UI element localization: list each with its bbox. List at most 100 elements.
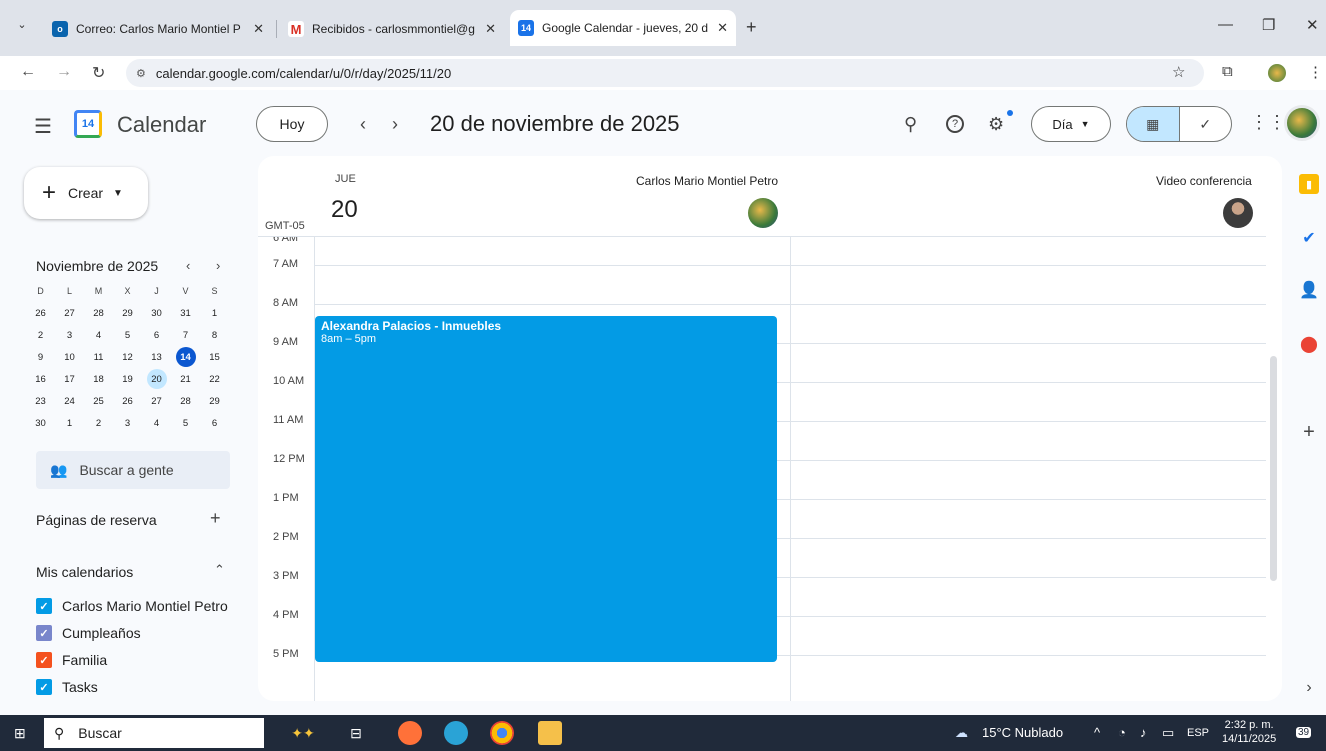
keep-icon[interactable]: ▮ <box>1299 174 1319 194</box>
tab-search-chevron-icon[interactable]: ⌄ <box>10 12 34 36</box>
booking-pages-heading[interactable]: Páginas de reserva <box>36 512 157 528</box>
file-explorer-icon[interactable] <box>538 721 562 745</box>
mini-day[interactable]: 27 <box>142 390 171 412</box>
previous-day-icon[interactable]: ‹ <box>360 114 366 135</box>
today-button[interactable]: Hoy <box>256 106 328 142</box>
mini-day[interactable]: 23 <box>26 390 55 412</box>
mini-day[interactable]: 21 <box>171 368 200 390</box>
mini-day[interactable]: 26 <box>113 390 142 412</box>
browser-menu-icon[interactable]: ⋮ <box>1308 63 1323 81</box>
mini-next-month-icon[interactable]: › <box>216 258 220 273</box>
chevron-up-icon[interactable]: ⌃ <box>214 562 225 578</box>
language-indicator[interactable]: ESP <box>1187 727 1209 739</box>
google-apps-icon[interactable]: ⋮⋮ <box>1250 112 1286 133</box>
browser-tab-gmail[interactable]: M Recibidos - carlosmmontiel@g ✕ <box>280 14 504 44</box>
close-icon[interactable]: ✕ <box>485 21 496 37</box>
settings-gear-icon[interactable]: ⚙ <box>988 114 1004 135</box>
firefox-icon[interactable] <box>398 721 422 745</box>
my-calendars-heading[interactable]: Mis calendarios <box>36 564 133 580</box>
mini-day[interactable]: 3 <box>113 412 142 434</box>
mini-day[interactable]: 2 <box>84 412 113 434</box>
mini-day[interactable]: 26 <box>26 302 55 324</box>
mini-day[interactable]: 10 <box>55 346 84 368</box>
address-bar[interactable]: ⚙ calendar.google.com/calendar/u/0/r/day… <box>126 59 1204 87</box>
bookmark-star-icon[interactable]: ☆ <box>1172 63 1185 81</box>
mini-day[interactable]: 17 <box>55 368 84 390</box>
volume-icon[interactable]: ♪ <box>1140 725 1147 740</box>
maps-icon[interactable]: ⬤ <box>1299 334 1319 354</box>
taskbar-clock[interactable]: 2:32 p. m. 14/11/2025 <box>1222 718 1276 746</box>
mini-day[interactable]: 15 <box>200 346 229 368</box>
windows-start-icon[interactable]: ⊞ <box>14 725 26 742</box>
mini-day[interactable]: 16 <box>26 368 55 390</box>
calendar-item-birthdays[interactable]: ✓ Cumpleaños <box>36 625 141 641</box>
close-icon[interactable]: ✕ <box>253 21 264 37</box>
copilot-sparkle-icon[interactable]: ✦✦ <box>278 721 328 745</box>
checkbox-checked-icon[interactable]: ✓ <box>36 625 52 641</box>
mini-day[interactable]: 6 <box>200 412 229 434</box>
mini-day[interactable]: 2 <box>26 324 55 346</box>
people-search-input[interactable]: 👥 Buscar a gente <box>36 451 230 489</box>
mini-day[interactable]: 28 <box>171 390 200 412</box>
grid-scrollbar[interactable] <box>1270 356 1277 581</box>
mini-day[interactable]: 30 <box>142 302 171 324</box>
task-view-icon[interactable]: ⊟ <box>344 721 368 745</box>
event-block[interactable]: Alexandra Palacios - Inmuebles 8am – 5pm <box>315 316 777 662</box>
battery-icon[interactable]: ▭ <box>1162 725 1174 741</box>
mini-day[interactable]: 7 <box>171 324 200 346</box>
browser-tab-calendar[interactable]: 14 Google Calendar - jueves, 20 d ✕ <box>510 10 736 46</box>
tray-chevron-icon[interactable]: ^ <box>1094 725 1100 740</box>
mini-day[interactable]: 27 <box>55 302 84 324</box>
mini-day[interactable]: 31 <box>171 302 200 324</box>
calendar-view-icon[interactable]: ▦ <box>1127 107 1180 141</box>
mini-day[interactable]: 4 <box>84 324 113 346</box>
chrome-icon[interactable] <box>490 721 514 745</box>
browser-tab-outlook[interactable]: o Correo: Carlos Mario Montiel P ✕ <box>44 14 272 44</box>
profile-avatar[interactable] <box>1268 64 1286 82</box>
mini-day[interactable]: 24 <box>55 390 84 412</box>
day-number[interactable]: 20 <box>331 196 358 224</box>
mini-day[interactable]: 6 <box>142 324 171 346</box>
checkbox-checked-icon[interactable]: ✓ <box>36 679 52 695</box>
minimize-icon[interactable]: — <box>1218 16 1233 33</box>
site-settings-icon[interactable]: ⚙ <box>136 67 146 80</box>
forward-icon[interactable]: → <box>56 63 72 81</box>
create-button[interactable]: + Crear ▼ <box>24 167 148 219</box>
search-icon[interactable]: ⚲ <box>904 114 917 135</box>
mini-day[interactable]: 1 <box>200 302 229 324</box>
mini-day[interactable]: 4 <box>142 412 171 434</box>
edge-icon[interactable] <box>444 721 468 745</box>
new-tab-button[interactable]: + <box>746 17 757 38</box>
calendar-item-tasks[interactable]: ✓ Tasks <box>36 679 98 695</box>
network-icon[interactable]: ◔ <box>1118 725 1126 740</box>
mini-prev-month-icon[interactable]: ‹ <box>186 258 190 273</box>
mini-day[interactable]: 5 <box>113 324 142 346</box>
mini-day[interactable]: 30 <box>26 412 55 434</box>
help-icon[interactable]: ? <box>946 115 964 133</box>
main-menu-icon[interactable]: ☰ <box>34 114 52 139</box>
mini-day[interactable]: 29 <box>200 390 229 412</box>
tasks-view-icon[interactable]: ✓ <box>1180 107 1232 141</box>
close-icon[interactable]: ✕ <box>717 20 728 36</box>
mini-day[interactable]: 22 <box>200 368 229 390</box>
mini-day[interactable]: 19 <box>113 368 142 390</box>
mini-day[interactable]: 29 <box>113 302 142 324</box>
tasks-icon[interactable]: ✔ <box>1299 228 1319 248</box>
mini-day[interactable]: 3 <box>55 324 84 346</box>
add-booking-page-icon[interactable]: + <box>210 508 221 529</box>
taskbar-search-input[interactable]: ⚲ Buscar <box>44 718 264 748</box>
mini-day[interactable]: 11 <box>84 346 113 368</box>
mini-day[interactable]: 25 <box>84 390 113 412</box>
mini-day[interactable]: 1 <box>55 412 84 434</box>
mini-day[interactable]: 20 <box>142 368 171 390</box>
calendar-item-family[interactable]: ✓ Familia <box>36 652 107 668</box>
extensions-icon[interactable]: ⧉ <box>1222 63 1233 80</box>
next-day-icon[interactable]: › <box>392 114 398 135</box>
mini-day[interactable]: 28 <box>84 302 113 324</box>
add-addon-icon[interactable]: + <box>1299 421 1319 443</box>
view-selector[interactable]: Día ▼ <box>1031 106 1111 142</box>
mini-day[interactable]: 5 <box>171 412 200 434</box>
mini-day[interactable]: 12 <box>113 346 142 368</box>
calendar-item-carlos[interactable]: ✓ Carlos Mario Montiel Petro <box>36 598 228 614</box>
notifications-icon[interactable]: 39 <box>1296 723 1312 738</box>
